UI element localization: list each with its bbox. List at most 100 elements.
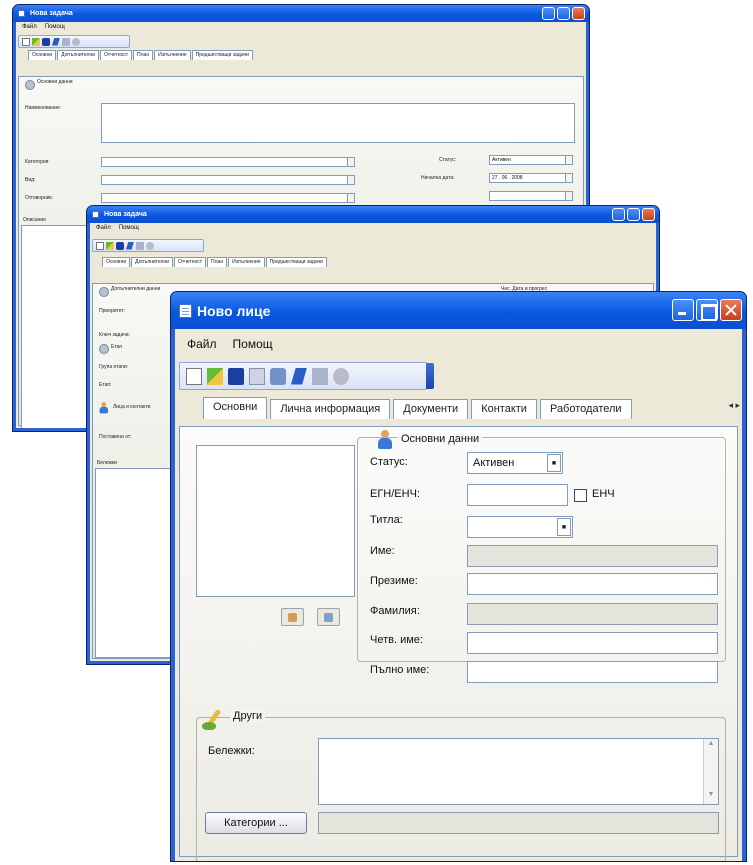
tab-basic[interactable]: Основни <box>28 50 57 60</box>
other-group-title: Други <box>230 710 266 722</box>
menu-file[interactable]: Файл <box>22 24 37 32</box>
attach-icon[interactable] <box>312 367 328 385</box>
close-button[interactable] <box>572 7 585 20</box>
scroll-up-icon[interactable]: ▲ <box>705 740 717 752</box>
read-name-field[interactable] <box>467 632 718 654</box>
tab-additional[interactable]: Допълнителни <box>131 257 174 267</box>
tab-basic[interactable]: Основни <box>203 397 268 419</box>
assigned-by-label: Поставена от: <box>99 434 132 440</box>
title-select[interactable]: ■ <box>467 516 573 538</box>
enc-checkbox[interactable] <box>574 489 587 502</box>
photo-remove-button[interactable] <box>317 608 340 626</box>
enc-checkbox-label: ЕНЧ <box>592 488 615 500</box>
persons-group-title: Лица и контакти <box>113 404 151 410</box>
person-window[interactable]: Ново лице Файл Помощ Основни Лична инфор… <box>170 291 747 862</box>
minimize-button[interactable] <box>612 208 625 221</box>
help-icon[interactable] <box>72 37 80 46</box>
minimize-button[interactable] <box>672 299 694 321</box>
tab-employers[interactable]: Работодатели <box>539 399 632 419</box>
minimize-button[interactable] <box>542 7 555 20</box>
start-date-picker[interactable]: 27 . 06 . 2008 <box>489 173 573 183</box>
tab-additional[interactable]: Допълнителни <box>57 50 100 60</box>
help-icon[interactable] <box>146 241 154 250</box>
tab-personal-info[interactable]: Лична информация <box>270 399 391 419</box>
last-name-field[interactable] <box>467 603 718 625</box>
open-icon[interactable] <box>32 37 40 46</box>
type-select[interactable] <box>101 175 355 185</box>
tab-plan[interactable]: План <box>207 257 228 267</box>
save-icon[interactable] <box>116 241 124 250</box>
start-date-label: Начална дата: <box>421 175 455 181</box>
tab-predecessors[interactable]: Предшестващи задачи <box>191 50 253 60</box>
open-icon[interactable] <box>207 367 223 385</box>
egn-field[interactable] <box>467 484 568 506</box>
edit-icon[interactable] <box>291 367 307 385</box>
tab-reporting[interactable]: Отчетност <box>100 50 133 60</box>
print-icon[interactable] <box>249 367 265 385</box>
name-field[interactable] <box>101 103 575 143</box>
toolbar <box>92 239 204 252</box>
save-icon[interactable] <box>42 37 50 46</box>
maximize-button[interactable] <box>627 208 640 221</box>
edit-icon[interactable] <box>52 37 60 46</box>
stage-icon <box>99 344 109 354</box>
help-icon[interactable] <box>333 367 349 385</box>
end-date-picker[interactable] <box>489 191 573 201</box>
middle-name-label: Презиме: <box>370 575 418 587</box>
tab-scroll-arrows[interactable]: ◂ ▸ <box>728 400 740 411</box>
stage-group-title: Етап <box>111 344 123 350</box>
category-select[interactable] <box>101 157 355 167</box>
chevron-down-icon[interactable]: ■ <box>547 454 561 472</box>
photo-add-button[interactable] <box>281 608 304 626</box>
new-icon[interactable] <box>22 37 30 46</box>
save-icon[interactable] <box>228 367 244 385</box>
tab-contacts[interactable]: Контакти <box>471 399 537 419</box>
tab-documents[interactable]: Документи <box>393 399 469 419</box>
window-title: Ново лице <box>197 302 271 319</box>
menu-file[interactable]: Файл <box>187 337 217 353</box>
title-bar[interactable]: Ново лице <box>171 292 746 329</box>
notes-field[interactable] <box>95 468 175 658</box>
window-title: Нова задача <box>30 10 73 17</box>
new-icon[interactable] <box>186 367 202 385</box>
status-select[interactable]: Активен <box>489 155 573 165</box>
notes-scrollbar[interactable]: ▲ ▼ <box>703 739 718 804</box>
photo-box[interactable] <box>196 445 355 597</box>
full-name-field[interactable] <box>467 661 718 683</box>
tab-execution[interactable]: Изпълнение <box>228 257 265 267</box>
menu-file[interactable]: Файл <box>96 225 111 233</box>
responsible-select[interactable] <box>101 193 355 203</box>
title-bar[interactable]: Нова задача <box>87 206 659 223</box>
close-button[interactable] <box>720 299 742 321</box>
scroll-down-icon[interactable]: ▼ <box>705 791 717 803</box>
maximize-button[interactable] <box>696 299 718 321</box>
first-name-field[interactable] <box>467 545 718 567</box>
status-select[interactable]: Активен ■ <box>467 452 563 474</box>
categories-button[interactable]: Категории ... <box>205 812 307 834</box>
menu-bar: Файл Помощ <box>175 332 742 358</box>
tab-execution[interactable]: Изпълнение <box>154 50 191 60</box>
preview-icon[interactable] <box>270 367 286 385</box>
tab-plan[interactable]: План <box>133 50 154 60</box>
key-task-label: Ключ задача: <box>99 332 130 338</box>
notes-field[interactable]: ▲ ▼ <box>318 738 719 805</box>
open-icon[interactable] <box>106 241 114 250</box>
attach-icon[interactable] <box>136 241 144 250</box>
close-button[interactable] <box>642 208 655 221</box>
chevron-down-icon[interactable]: ■ <box>557 518 571 536</box>
middle-name-field[interactable] <box>467 573 718 595</box>
new-icon[interactable] <box>96 241 104 250</box>
description-field[interactable] <box>21 225 91 428</box>
tab-reporting[interactable]: Отчетност <box>174 257 207 267</box>
title-bar[interactable]: Нова задача <box>13 5 589 22</box>
full-name-label: Пълно име: <box>370 664 430 676</box>
tab-basic[interactable]: Основни <box>102 257 131 267</box>
status-label: Статус: <box>370 456 408 468</box>
attach-icon[interactable] <box>62 37 70 46</box>
menu-help[interactable]: Помощ <box>45 24 65 32</box>
menu-help[interactable]: Помощ <box>119 225 139 233</box>
menu-help[interactable]: Помощ <box>233 337 273 353</box>
maximize-button[interactable] <box>557 7 570 20</box>
tab-predecessors[interactable]: Предшестващи задачи <box>265 257 327 267</box>
edit-icon[interactable] <box>126 241 134 250</box>
